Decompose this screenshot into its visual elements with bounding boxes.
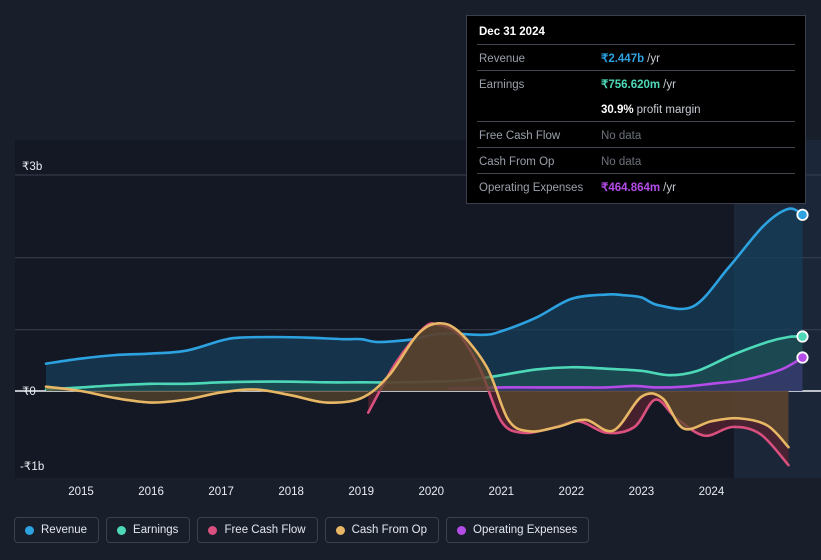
chart-legend[interactable]: Revenue Earnings Free Cash Flow Cash From O…	[14, 517, 590, 543]
tooltip-row-label: Free Cash Flow	[479, 130, 561, 142]
tooltip-row: Revenue ₹2.447b/yr	[477, 44, 795, 70]
tooltip-row-suffix: profit margin	[636, 104, 701, 116]
x-axis-tick-2021: 2021	[488, 486, 515, 498]
x-axis-tick-2017: 2017	[208, 486, 234, 498]
tooltip-row-value: No data	[601, 130, 642, 142]
legend-item-label: Revenue	[41, 524, 88, 536]
x-axis-tick-2020: 2020	[418, 486, 445, 498]
chart-page: ₹3b ₹0 -₹1b 2015 2016 2017 2018 2019 2020 2021…	[0, 0, 821, 560]
data-tooltip: Dec 31 2024 Revenue ₹2.447b/yr Earnings ₹75…	[466, 15, 806, 204]
tooltip-row-value: No data	[601, 156, 642, 168]
x-axis-tick-2023: 2023	[628, 486, 655, 498]
legend-item-label: Operating Expenses	[473, 524, 578, 536]
legend-item-free-cash-flow[interactable]: Free Cash Flow	[197, 517, 318, 543]
legend-item-cash-from-op[interactable]: Cash From Op	[324, 517, 440, 543]
tooltip-row-suffix: /yr	[647, 53, 660, 65]
legend-color-dot	[457, 525, 467, 535]
y-axis-label-zero: ₹0	[22, 386, 36, 398]
legend-color-dot	[335, 525, 345, 535]
x-axis-tick-2019: 2019	[348, 486, 374, 498]
tooltip-row-suffix: /yr	[663, 182, 676, 194]
tooltip-row-label: Cash From Op	[479, 156, 555, 168]
end-marker-operating-expenses[interactable]	[796, 351, 809, 364]
legend-item-label: Free Cash Flow	[224, 524, 306, 536]
legend-item-revenue[interactable]: Revenue	[14, 517, 100, 543]
x-axis-tick-2024: 2024	[698, 486, 725, 498]
x-axis-tick-2018: 2018	[278, 486, 304, 498]
tooltip-row-value: ₹756.620m/yr	[601, 79, 676, 91]
legend-item-earnings[interactable]: Earnings	[106, 517, 191, 543]
tooltip-row: Cash From Op No data	[477, 147, 795, 173]
y-axis-label-bottom: -₹1b	[20, 461, 45, 473]
tooltip-date: Dec 31 2024	[479, 26, 545, 38]
legend-item-operating-expenses[interactable]: Operating Expenses	[446, 517, 590, 543]
tooltip-row-value: ₹2.447b/yr	[601, 53, 660, 65]
tooltip-row: Earnings ₹756.620m/yr	[477, 70, 795, 96]
legend-color-dot	[25, 525, 34, 535]
tooltip-row-label: Operating Expenses	[479, 182, 584, 194]
x-axis-tick-2015: 2015	[68, 486, 94, 498]
tooltip-row-suffix: /yr	[663, 79, 676, 91]
legend-item-label: Cash From Op	[351, 524, 428, 536]
x-axis-tick-2022: 2022	[558, 486, 585, 498]
tooltip-row-value: ₹464.864m/yr	[601, 182, 676, 194]
legend-color-dot	[117, 525, 127, 535]
tooltip-row: Operating Expenses ₹464.864m/yr	[477, 173, 795, 199]
y-axis-label-top: ₹3b	[22, 161, 43, 173]
legend-color-dot	[208, 525, 218, 535]
tooltip-row-label: Revenue	[479, 53, 526, 65]
tooltip-row: 30.9% profit margin	[477, 96, 795, 121]
tooltip-row: Free Cash Flow No data	[477, 121, 795, 147]
tooltip-row-label: Earnings	[479, 79, 525, 91]
legend-item-label: Earnings	[133, 524, 179, 536]
end-marker-earnings[interactable]	[796, 330, 809, 343]
x-axis-tick-2016: 2016	[138, 486, 164, 498]
tooltip-rows: Revenue ₹2.447b/yr Earnings ₹756.620m/yr 30.…	[477, 44, 795, 199]
end-marker-revenue[interactable]	[796, 208, 809, 221]
tooltip-row-value: 30.9% profit margin	[601, 104, 701, 116]
